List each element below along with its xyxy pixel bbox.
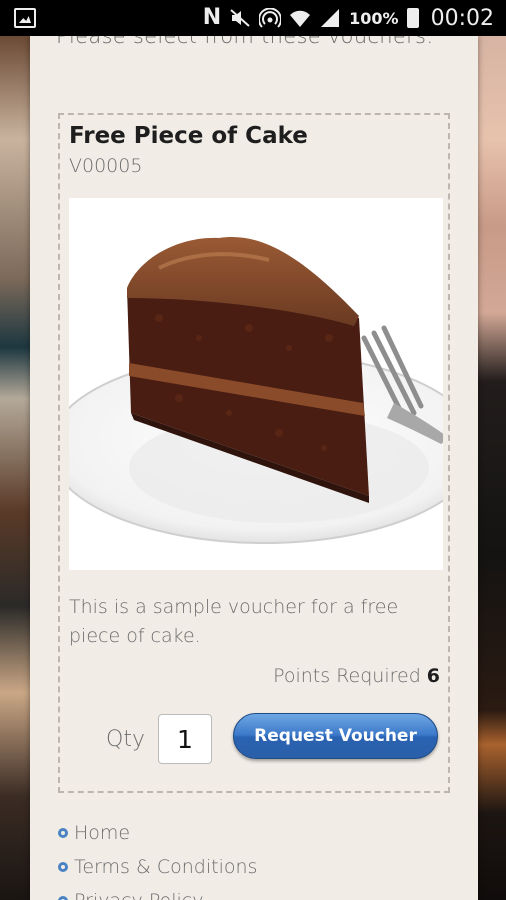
- bullet-icon: [58, 896, 68, 900]
- content-panel: Please select from these vouchers: Free …: [30, 36, 478, 900]
- points-value: 6: [426, 665, 440, 687]
- points-required: Points Required 6: [273, 665, 440, 687]
- bullet-icon: [58, 828, 68, 838]
- gallery-icon: [14, 8, 36, 28]
- request-voucher-button[interactable]: Request Voucher: [233, 713, 438, 759]
- voucher-title: Free Piece of Cake: [69, 123, 308, 149]
- voucher-image: [69, 198, 443, 570]
- battery-percent: 100%: [349, 8, 399, 28]
- status-bar: N 100% 00:02: [0, 0, 506, 36]
- footer-item-privacy[interactable]: Privacy Policy: [58, 884, 257, 900]
- footer-item-terms[interactable]: Terms & Conditions: [58, 850, 257, 884]
- status-icons: N 100% 00:02: [203, 0, 494, 36]
- qty-label: Qty: [106, 727, 145, 752]
- voucher-code: V00005: [69, 155, 143, 177]
- voucher-card: Free Piece of Cake V00005 This is a samp…: [58, 113, 450, 793]
- voucher-description: This is a sample voucher for a free piec…: [69, 596, 399, 647]
- points-label: Points Required: [273, 665, 421, 687]
- cake-illustration: [69, 237, 443, 544]
- battery-icon: [406, 8, 419, 28]
- terms-link[interactable]: Terms & Conditions: [74, 856, 257, 878]
- home-link[interactable]: Home: [74, 822, 130, 844]
- signal-icon: [321, 9, 340, 27]
- wifi-icon: [290, 10, 311, 27]
- footer-nav: Home Terms & Conditions Privacy Policy: [58, 816, 257, 900]
- footer-item-home[interactable]: Home: [58, 816, 257, 850]
- intro-text: Please select from these vouchers:: [56, 36, 434, 48]
- bullet-icon: [58, 862, 68, 872]
- privacy-link[interactable]: Privacy Policy: [74, 890, 203, 900]
- clock: 00:02: [430, 5, 494, 31]
- mute-icon: [230, 9, 250, 27]
- hotspot-icon: [259, 8, 282, 28]
- qty-input[interactable]: [158, 714, 212, 764]
- nfc-icon: N: [202, 5, 222, 30]
